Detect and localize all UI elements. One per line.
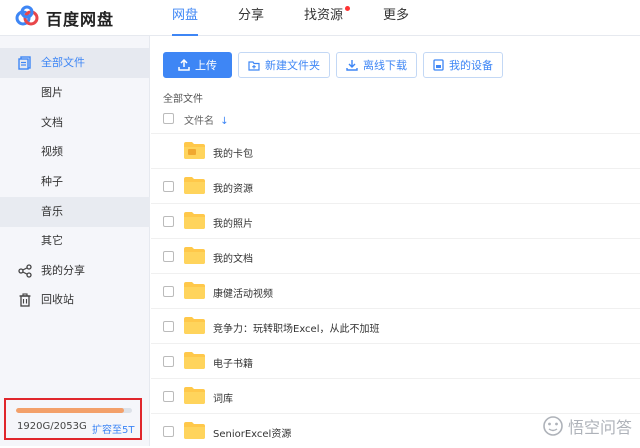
file-row[interactable]: 竞争力：玩转职场Excel，从此不加班 [151,308,640,343]
trash-icon [19,293,31,307]
sidebar-item-all-files[interactable]: 全部文件 [0,48,150,78]
device-icon [433,59,444,71]
file-row[interactable]: 我的资源 [151,168,640,203]
wukong-logo-icon [543,416,563,436]
main-nav: 网盘 分享 找资源 更多 [172,0,449,36]
file-name[interactable]: 康健活动视频 [213,285,273,300]
upload-icon [178,59,190,71]
file-name[interactable]: 我的卡包 [213,145,253,160]
file-name[interactable]: SeniorExcel资源 [213,425,291,440]
offline-download-button[interactable]: 离线下载 [336,52,417,78]
select-all-checkbox[interactable] [163,113,174,124]
my-device-button[interactable]: 我的设备 [423,52,503,78]
sidebar-item-other[interactable]: 其它 [0,226,150,256]
nav-share[interactable]: 分享 [238,0,264,36]
nav-find-resources-label: 找资源 [304,8,344,23]
file-name[interactable]: 我的文档 [213,250,253,265]
breadcrumb[interactable]: 全部文件 [163,90,203,105]
sidebar-item-music[interactable]: 音乐 [0,197,150,227]
cloud-logo-icon [15,5,39,26]
sidebar-item-images[interactable]: 图片 [0,78,150,108]
column-header-filename[interactable]: 文件名 ↓ [184,112,229,127]
sidebar-item-label: 全部文件 [41,56,85,69]
sidebar-item-label: 回收站 [41,293,74,306]
file-row[interactable]: 我的文档 [151,238,640,273]
app-logo[interactable]: 百度网盘 [14,4,114,32]
file-name[interactable]: 电子书籍 [213,355,253,370]
file-list-icon [18,56,31,70]
watermark-text: 悟空问答 [567,418,632,437]
toolbar: 上传 新建文件夹 离线下载 我的设备 [163,52,509,78]
download-icon [346,60,358,71]
new-folder-button-label: 新建文件夹 [265,59,320,72]
watermark: 悟空问答 [542,414,632,438]
app-title: 百度网盘 [46,10,115,29]
card-icon [188,149,196,155]
file-row[interactable]: 我的卡包 [151,133,640,168]
row-checkbox[interactable] [163,251,174,262]
file-name[interactable]: 词库 [213,390,233,405]
row-checkbox[interactable] [163,181,174,192]
upload-button[interactable]: 上传 [163,52,232,78]
sidebar-item-recycle-bin[interactable]: 回收站 [0,285,150,315]
folder-icon [184,212,205,229]
sidebar-item-documents[interactable]: 文档 [0,108,150,138]
storage-usage-panel: 1920G/2053G 扩容至5T [4,398,142,440]
top-bar: 百度网盘 网盘 分享 找资源 更多 [0,0,640,36]
nav-find-resources[interactable]: 找资源 [304,0,351,36]
sidebar-item-my-shares[interactable]: 我的分享 [0,256,150,286]
sidebar-item-videos[interactable]: 视频 [0,137,150,167]
file-list-header: 文件名 ↓ [151,106,640,132]
nav-netdisk[interactable]: 网盘 [172,0,199,36]
offline-download-button-label: 离线下载 [363,59,407,72]
folder-icon [184,422,205,439]
new-folder-icon [248,60,260,71]
storage-progress-fill [16,408,125,413]
file-row[interactable]: 我的照片 [151,203,640,238]
sidebar: 全部文件 图片 文档 视频 种子 音乐 其它 我的分享 回收站 [0,36,150,446]
folder-icon [184,282,205,299]
folder-icon [184,352,205,369]
file-row[interactable]: 词库 [151,378,640,413]
storage-used-text: 1920G/2053G [17,421,87,432]
notification-dot [345,6,351,11]
column-header-filename-label: 文件名 [184,116,214,127]
file-row[interactable]: 电子书籍 [151,343,640,378]
storage-progress-bar [16,408,132,413]
expand-storage-link[interactable]: 扩容至5T [92,421,134,436]
sidebar-item-torrents[interactable]: 种子 [0,167,150,197]
folder-icon [184,387,205,404]
folder-icon [184,177,205,194]
file-name[interactable]: 竞争力：玩转职场Excel，从此不加班 [213,320,380,335]
file-row[interactable]: 康健活动视频 [151,273,640,308]
new-folder-button[interactable]: 新建文件夹 [238,52,330,78]
main-content: 上传 新建文件夹 离线下载 我的设备 全部文件 文件名 ↓ 我的卡包 我的资源 … [151,36,640,446]
row-checkbox[interactable] [163,391,174,402]
folder-icon [184,247,205,264]
file-name[interactable]: 我的照片 [213,215,253,230]
file-name[interactable]: 我的资源 [213,180,253,195]
sort-arrow-icon: ↓ [220,116,229,127]
upload-button-label: 上传 [195,59,217,72]
row-checkbox[interactable] [163,321,174,332]
sidebar-item-label: 我的分享 [41,264,85,277]
folder-icon [184,317,205,334]
row-checkbox[interactable] [163,216,174,227]
my-device-button-label: 我的设备 [449,59,493,72]
share-icon [18,264,32,278]
row-checkbox[interactable] [163,286,174,297]
nav-more[interactable]: 更多 [383,0,409,36]
row-checkbox[interactable] [163,356,174,367]
row-checkbox[interactable] [163,426,174,437]
